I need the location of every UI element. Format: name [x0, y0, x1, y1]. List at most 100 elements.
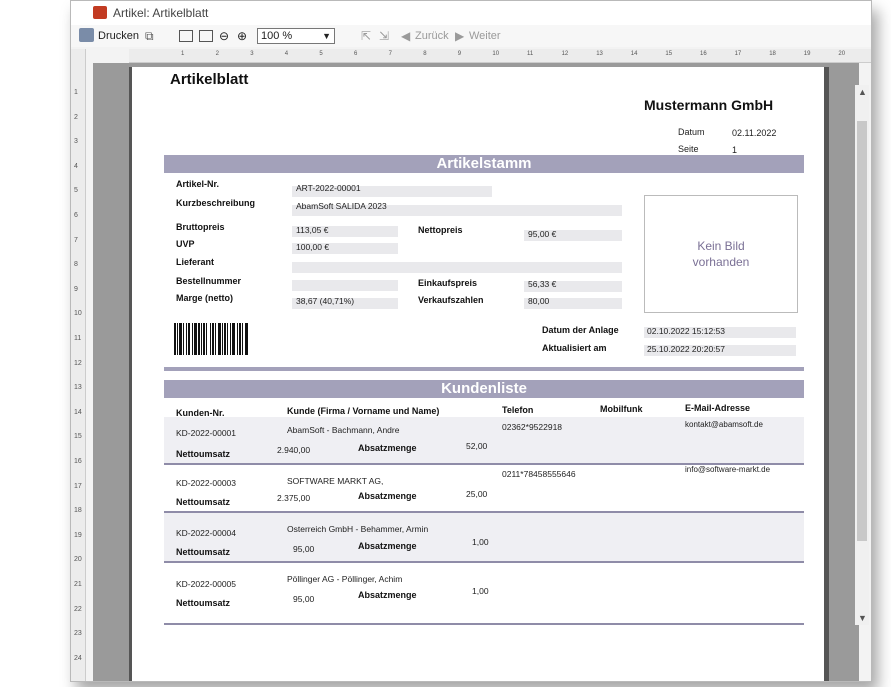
- net-sales-value: 2.940,00: [277, 445, 311, 455]
- scroll-down-icon[interactable]: ▼: [858, 613, 867, 623]
- quantity-label: Absatzmenge: [358, 541, 417, 551]
- ruler-tick-label: 20: [838, 51, 846, 57]
- ruler-tick-label: 17: [734, 51, 742, 57]
- gross-price-label: Bruttopreis: [176, 222, 225, 232]
- net-sales-value: 95,00: [293, 594, 315, 604]
- ruler-tick-label: 4: [284, 51, 289, 57]
- back-arrow-icon[interactable]: ◀: [401, 28, 410, 44]
- ruler-tick-label: 20: [74, 556, 82, 564]
- window-title: Artikel: Artikelblatt: [113, 6, 209, 20]
- ruler-tick-label: 6: [74, 212, 78, 219]
- net-sales-value: 95,00: [293, 544, 315, 554]
- barcode-bar: [248, 323, 249, 355]
- ruler-tick-label: 2: [215, 51, 219, 57]
- customer-number: KD-2022-00003: [176, 478, 237, 488]
- quantity-label: Absatzmenge: [358, 443, 417, 453]
- first-page-icon[interactable]: ⇱: [361, 28, 371, 44]
- sales-figures-value: 80,00: [528, 296, 550, 306]
- forward-button[interactable]: Weiter: [469, 28, 501, 44]
- customer-number: KD-2022-00001: [176, 428, 237, 438]
- col-header-customer: Kunde (Firma / Vorname und Name): [287, 406, 440, 416]
- chevron-down-icon: ▼: [322, 31, 331, 41]
- margin-value: 38,67 (40,71%): [296, 296, 355, 306]
- ruler-tick-label: 11: [527, 51, 534, 57]
- no-image-placeholder: Kein Bild vorhanden: [644, 195, 798, 313]
- ruler-tick-label: 16: [74, 458, 82, 465]
- created-label: Datum der Anlage: [542, 325, 619, 335]
- report-title: Artikelblatt: [170, 71, 249, 88]
- quantity-value: 25,00: [466, 489, 488, 499]
- customer-email: kontakt@abamsoft.de: [685, 420, 763, 429]
- net-price-label: Nettopreis: [418, 225, 463, 235]
- company-name: Mustermann GmbH: [644, 97, 774, 113]
- ruler-tick-label: 14: [74, 408, 82, 416]
- customer-number: KD-2022-00005: [176, 579, 237, 589]
- sales-figures-label: Verkaufszahlen: [418, 295, 484, 305]
- ruler-tick-label: 11: [74, 335, 82, 342]
- print-button[interactable]: Drucken: [98, 28, 139, 44]
- customer-name: Pöllinger AG - Pöllinger, Achim: [287, 574, 403, 584]
- customer-phone: 02362*9522918: [502, 422, 563, 432]
- quantity-value: 52,00: [466, 441, 488, 451]
- date-value: 02.11.2022: [732, 128, 777, 138]
- scroll-up-icon[interactable]: ▲: [858, 87, 867, 97]
- created-value: 02.10.2022 15:12:53: [647, 326, 725, 336]
- scroll-thumb[interactable]: [857, 121, 867, 541]
- purchase-price-label: Einkaufspreis: [418, 278, 478, 288]
- ruler-tick-label: 15: [74, 433, 82, 441]
- ruler-tick-label: 8: [74, 261, 78, 269]
- ruler-tick-label: 17: [74, 482, 82, 490]
- customer-email: info@software-markt.de: [685, 465, 771, 474]
- supplier-label: Lieferant: [176, 257, 215, 267]
- page-value: 1: [732, 145, 738, 155]
- net-sales-label: Nettoumsatz: [176, 497, 231, 507]
- col-header-email: E-Mail-Adresse: [685, 403, 751, 413]
- ruler-tick-label: 7: [388, 51, 392, 57]
- gross-price-value: 113,05 €: [296, 225, 329, 235]
- zoom-out-icon[interactable]: ⊖: [219, 28, 229, 44]
- back-button[interactable]: Zurück: [415, 28, 449, 44]
- ruler-tick-label: 21: [74, 581, 82, 588]
- no-image-text: Kein Bild vorhanden: [692, 239, 750, 269]
- ruler-tick-label: 8: [423, 51, 427, 57]
- ruler-tick-label: 10: [492, 51, 500, 57]
- net-price-value: 95,00 €: [528, 229, 557, 239]
- col-header-mobile: Mobilfunk: [600, 404, 643, 414]
- forward-arrow-icon[interactable]: ▶: [455, 28, 464, 44]
- toolbar: Drucken ⧉ ⊖ ⊕ 100 % ▼ ⇱ ⇲ ◀ Zurück ▶ Wei…: [71, 25, 871, 47]
- col-header-phone: Telefon: [502, 405, 534, 415]
- quantity-label: Absatzmenge: [358, 491, 417, 501]
- vertical-scrollbar[interactable]: ▲ ▼: [855, 85, 869, 625]
- copy-icon[interactable]: ⧉: [145, 28, 154, 44]
- ruler-tick-label: 24: [74, 654, 82, 662]
- date-label: Datum: [678, 127, 705, 137]
- quantity-value: 1,00: [472, 537, 489, 547]
- order-number-label: Bestellnummer: [176, 276, 242, 286]
- ruler-tick-label: 16: [700, 51, 707, 57]
- customer-name: SOFTWARE MARKT AG,: [287, 476, 384, 486]
- printer-icon[interactable]: [79, 28, 94, 42]
- single-page-icon[interactable]: [179, 30, 193, 42]
- ruler-tick-label: 4: [74, 162, 78, 170]
- article-number-value: ART-2022-00001: [296, 183, 361, 193]
- barcode: [174, 323, 249, 355]
- row-divider: [164, 623, 804, 625]
- purchase-price-value: 56,33 €: [528, 279, 557, 289]
- last-page-icon[interactable]: ⇲: [379, 28, 389, 44]
- row-divider: [164, 561, 804, 563]
- horizontal-ruler: 1 2 3 4 5 6 7 8 9 10 11 12 13 14 15 16 17 18 19 20: [129, 49, 871, 63]
- app-icon: [93, 6, 107, 19]
- customer-phone: 0211*78458555646: [502, 469, 576, 479]
- two-page-icon[interactable]: [199, 30, 213, 42]
- ruler-tick-label: 3: [250, 51, 254, 57]
- zoom-select[interactable]: 100 % ▼: [257, 28, 335, 44]
- ruler-tick-label: 1: [181, 51, 185, 57]
- zoom-in-icon[interactable]: ⊕: [237, 28, 247, 44]
- vertical-ruler: 1 2 3 4 5 6 7 8 9 10 11 12 13 14 15 16 17 18 19 20 21 22 23 24: [71, 49, 86, 681]
- ruler-tick-label: 6: [354, 51, 358, 57]
- section-article-band: Artikelstamm: [164, 155, 804, 173]
- updated-value: 25.10.2022 20:20:57: [647, 344, 725, 354]
- net-sales-label: Nettoumsatz: [176, 547, 231, 557]
- ruler-tick-label: 3: [74, 138, 78, 146]
- section-customers-band: Kundenliste: [164, 380, 804, 398]
